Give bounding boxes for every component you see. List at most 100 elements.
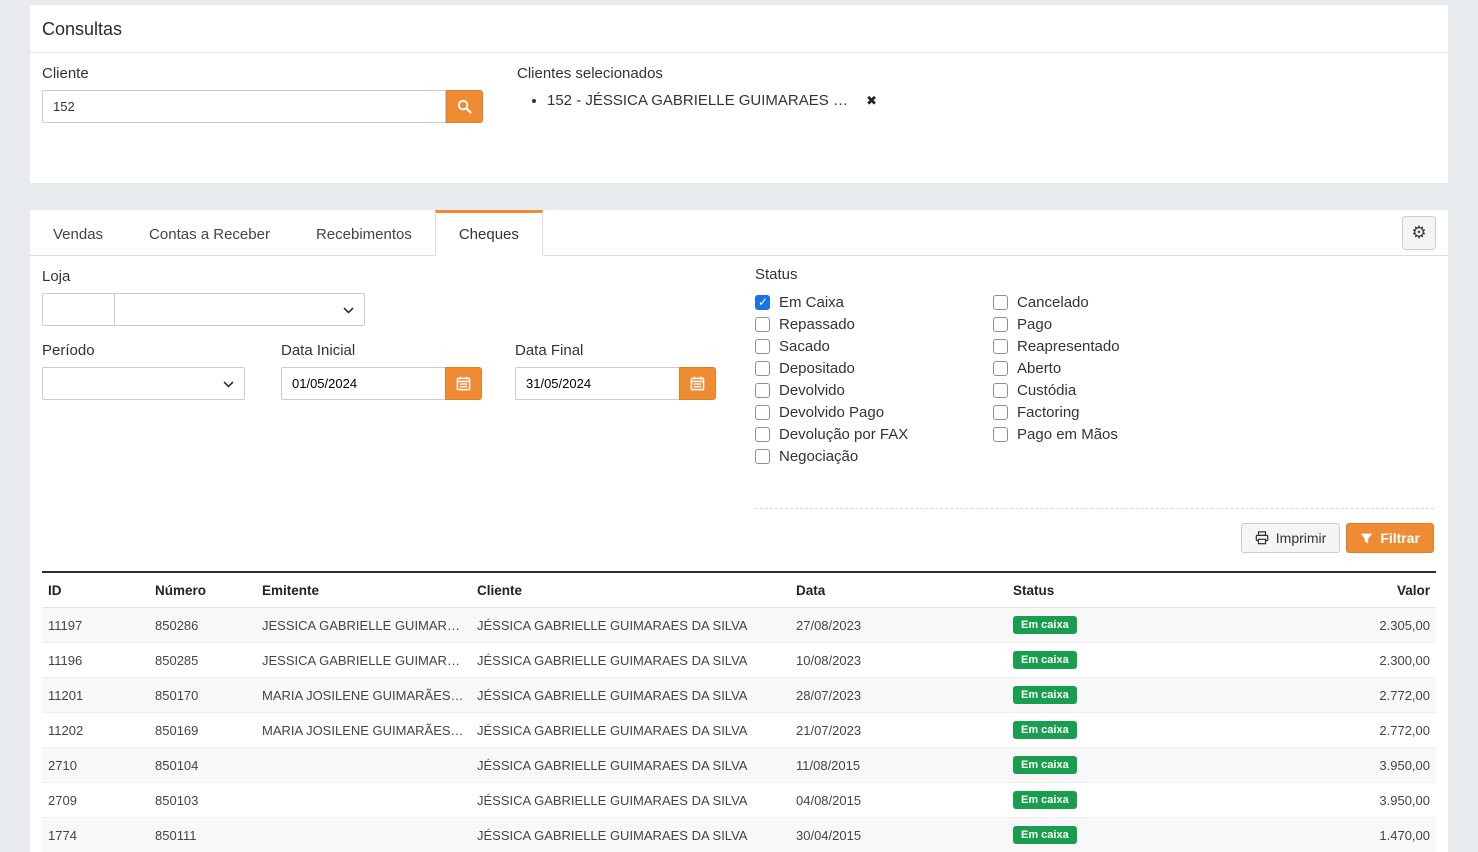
status-badge: Em caixa <box>1013 686 1077 704</box>
status-checkbox-devolucao-por-fax[interactable]: Devolução por FAX <box>755 423 993 445</box>
selected-client-item: 152 - JÉSSICA GABRIELLE GUIMARAES … ✖ <box>547 92 877 109</box>
cliente-search-button[interactable] <box>446 90 483 123</box>
periodo-label: Período <box>42 342 245 359</box>
remove-client-icon[interactable]: ✖ <box>866 93 877 108</box>
cell-data: 04/08/2015 <box>790 783 1007 818</box>
checkbox-icon[interactable] <box>755 405 770 420</box>
checkbox-checked-icon[interactable] <box>755 295 770 310</box>
table-row[interactable]: 11196 850285 JESSICA GABRIELLE GUIMARAES… <box>42 643 1436 678</box>
dashed-separator <box>755 508 1434 509</box>
col-header-cliente: Cliente <box>471 572 790 608</box>
cell-valor: 1.470,00 <box>1223 818 1436 852</box>
selected-client-text: 152 - JÉSSICA GABRIELLE GUIMARAES … <box>547 92 848 109</box>
cell-valor: 2.300,00 <box>1223 643 1436 678</box>
status-badge: Em caixa <box>1013 756 1077 774</box>
cell-numero: 850169 <box>149 713 256 748</box>
checkbox-label: Negociação <box>779 448 858 465</box>
status-badge: Em caixa <box>1013 651 1077 669</box>
data-inicial-field-group: Data Inicial <box>281 342 482 400</box>
status-checkbox-repassado[interactable]: Repassado <box>755 313 993 335</box>
tab-cheques[interactable]: Cheques <box>435 210 543 256</box>
loja-code-input[interactable] <box>42 293 115 326</box>
filtrar-button[interactable]: Filtrar <box>1346 523 1434 553</box>
chevron-down-icon <box>343 303 354 317</box>
checkbox-icon[interactable] <box>993 383 1008 398</box>
cell-valor: 2.772,00 <box>1223 678 1436 713</box>
tab-contas-a-receber[interactable]: Contas a Receber <box>126 210 293 256</box>
status-badge: Em caixa <box>1013 791 1077 809</box>
calendar-icon <box>690 376 705 391</box>
status-checkbox-reapresentado[interactable]: Reapresentado <box>993 335 1231 357</box>
table-row[interactable]: 11197 850286 JESSICA GABRIELLE GUIMARAES… <box>42 608 1436 643</box>
status-checkbox-devolvido-pago[interactable]: Devolvido Pago <box>755 401 993 423</box>
data-inicial-input[interactable] <box>281 367 445 400</box>
status-checkbox-em-caixa[interactable]: Em Caixa <box>755 291 993 313</box>
settings-button[interactable]: ⚙ <box>1402 216 1436 250</box>
table-row[interactable]: 2709 850103 JÉSSICA GABRIELLE GUIMARAES … <box>42 783 1436 818</box>
status-checkbox-sacado[interactable]: Sacado <box>755 335 993 357</box>
calendar-icon <box>456 376 471 391</box>
status-checkbox-negociacao[interactable]: Negociação <box>755 445 993 467</box>
checkbox-icon[interactable] <box>993 361 1008 376</box>
cell-emitente: JESSICA GABRIELLE GUIMARAES D… <box>256 643 471 678</box>
cell-id: 11197 <box>42 608 149 643</box>
checkbox-icon[interactable] <box>755 383 770 398</box>
cell-numero: 850103 <box>149 783 256 818</box>
checkbox-label: Reapresentado <box>1017 338 1120 355</box>
search-icon <box>457 99 472 114</box>
periodo-select[interactable] <box>42 367 245 400</box>
cell-emitente <box>256 818 471 852</box>
data-final-input[interactable] <box>515 367 679 400</box>
checkbox-icon[interactable] <box>993 317 1008 332</box>
checkbox-icon[interactable] <box>755 427 770 442</box>
table-row[interactable]: 11202 850169 MARIA JOSILENE GUIMARÃES SI… <box>42 713 1436 748</box>
checkbox-icon[interactable] <box>993 427 1008 442</box>
status-label: Status <box>755 266 1231 283</box>
cell-cliente: JÉSSICA GABRIELLE GUIMARAES DA SILVA <box>471 818 790 852</box>
checkbox-icon[interactable] <box>993 405 1008 420</box>
data-final-calendar-button[interactable] <box>679 367 716 400</box>
tab-recebimentos[interactable]: Recebimentos <box>293 210 435 256</box>
status-filter-group: Status Em Caixa Repassado Sacado <box>755 266 1231 467</box>
status-checkbox-aberto[interactable]: Aberto <box>993 357 1231 379</box>
status-badge: Em caixa <box>1013 826 1077 844</box>
tab-vendas[interactable]: Vendas <box>30 210 126 256</box>
chevron-down-icon <box>223 377 234 391</box>
cliente-search-input[interactable] <box>42 90 446 123</box>
cliente-field-group: Cliente <box>42 65 483 171</box>
col-header-data: Data <box>790 572 1007 608</box>
cliente-label: Cliente <box>42 65 483 82</box>
status-badge: Em caixa <box>1013 616 1077 634</box>
data-inicial-calendar-button[interactable] <box>445 367 482 400</box>
cell-data: 10/08/2023 <box>790 643 1007 678</box>
checkbox-icon[interactable] <box>755 339 770 354</box>
checkbox-label: Devolução por FAX <box>779 426 908 443</box>
checkbox-icon[interactable] <box>993 339 1008 354</box>
status-checkbox-cancelado[interactable]: Cancelado <box>993 291 1231 313</box>
checkbox-label: Pago <box>1017 316 1052 333</box>
clientes-selecionados-group: Clientes selecionados 152 - JÉSSICA GABR… <box>517 65 877 171</box>
status-checkbox-pago[interactable]: Pago <box>993 313 1231 335</box>
checkbox-icon[interactable] <box>755 361 770 376</box>
cell-data: 11/08/2015 <box>790 748 1007 783</box>
status-checkbox-custodia[interactable]: Custódia <box>993 379 1231 401</box>
status-checkbox-depositado[interactable]: Depositado <box>755 357 993 379</box>
checkbox-label: Em Caixa <box>779 294 844 311</box>
status-checkbox-devolvido[interactable]: Devolvido <box>755 379 993 401</box>
table-row[interactable]: 2710 850104 JÉSSICA GABRIELLE GUIMARAES … <box>42 748 1436 783</box>
loja-select[interactable] <box>114 293 365 326</box>
checkbox-label: Sacado <box>779 338 830 355</box>
cheques-panel: Vendas Contas a Receber Recebimentos Che… <box>30 210 1448 852</box>
cell-valor: 3.950,00 <box>1223 748 1436 783</box>
checkbox-label: Devolvido Pago <box>779 404 884 421</box>
checkbox-icon[interactable] <box>755 317 770 332</box>
cell-valor: 2.772,00 <box>1223 713 1436 748</box>
cheques-table: ID Número Emitente Cliente Data Status V… <box>42 571 1436 852</box>
checkbox-icon[interactable] <box>993 295 1008 310</box>
status-checkbox-pago-em-maos[interactable]: Pago em Mãos <box>993 423 1231 445</box>
status-checkbox-factoring[interactable]: Factoring <box>993 401 1231 423</box>
imprimir-button[interactable]: Imprimir <box>1241 523 1341 553</box>
table-row[interactable]: 1774 850111 JÉSSICA GABRIELLE GUIMARAES … <box>42 818 1436 852</box>
table-row[interactable]: 11201 850170 MARIA JOSILENE GUIMARÃES SI… <box>42 678 1436 713</box>
checkbox-icon[interactable] <box>755 449 770 464</box>
